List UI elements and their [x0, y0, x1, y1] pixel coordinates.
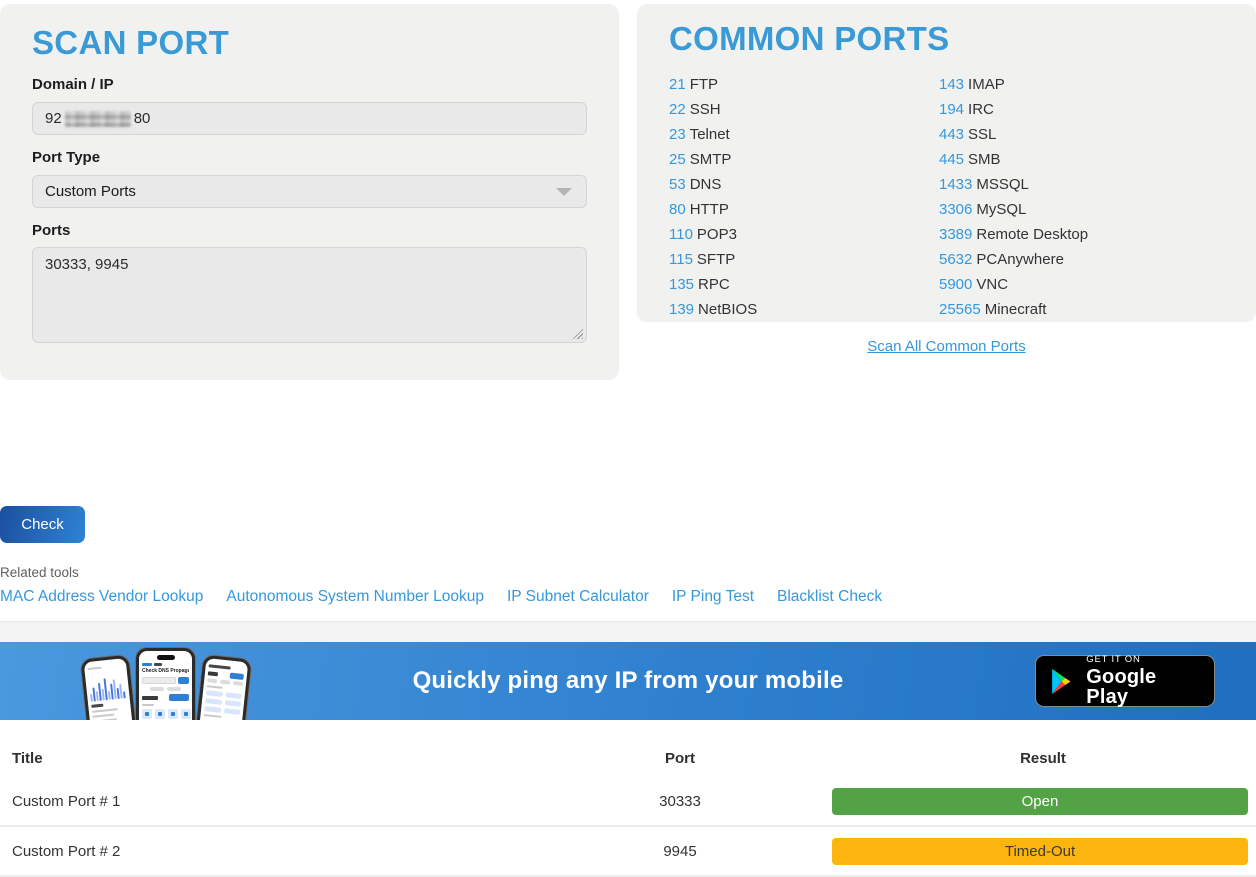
result-port: 30333: [530, 793, 830, 810]
phone-screen-title: Check DNS Propagation: [142, 668, 189, 674]
related-tools-links: MAC Address Vendor Lookup Autonomous Sys…: [0, 588, 1256, 606]
common-port-item[interactable]: 22SSH: [669, 97, 939, 122]
scan-results-table: Title Port Result Custom Port # 1 30333 …: [0, 734, 1256, 877]
common-port-item[interactable]: 443SSL: [939, 122, 1088, 147]
table-row: Custom Port # 1 30333 Open: [0, 777, 1256, 827]
related-tools-heading: Related tools: [0, 565, 1256, 580]
badge-get-it-on-text: GET IT ON: [1086, 655, 1201, 665]
common-port-item[interactable]: 110POP3: [669, 222, 939, 247]
scan-port-title: SCAN PORT: [32, 24, 587, 62]
domain-input[interactable]: 92 80: [32, 102, 587, 135]
related-link-ip-subnet-calculator[interactable]: IP Subnet Calculator: [507, 588, 649, 606]
ports-value: 30333, 9945: [45, 256, 128, 273]
common-port-item[interactable]: 115SFTP: [669, 247, 939, 272]
domain-value-suffix: 80: [134, 110, 151, 127]
common-port-item[interactable]: 139NetBIOS: [669, 297, 939, 322]
status-badge-open: Open: [832, 788, 1248, 815]
common-port-item[interactable]: 194IRC: [939, 97, 1088, 122]
common-port-item[interactable]: 25565Minecraft: [939, 297, 1088, 322]
port-type-select[interactable]: Custom Ports: [32, 175, 587, 208]
common-port-item[interactable]: 445SMB: [939, 147, 1088, 172]
common-port-item[interactable]: 143IMAP: [939, 72, 1088, 97]
phone-mockup-left: [80, 655, 137, 720]
status-badge-timed-out: Timed-Out: [832, 838, 1248, 865]
google-play-badge[interactable]: GET IT ON Google Play: [1035, 655, 1215, 707]
ports-textarea[interactable]: 30333, 9945: [32, 247, 587, 343]
related-link-asn-lookup[interactable]: Autonomous System Number Lookup: [226, 588, 484, 606]
phone-chart-decoration: [88, 670, 127, 702]
port-type-label: Port Type: [32, 149, 587, 166]
port-type-value: Custom Ports: [45, 183, 136, 200]
result-port: 9945: [530, 843, 830, 860]
common-port-item[interactable]: 3389Remote Desktop: [939, 222, 1088, 247]
scan-port-panel: SCAN PORT Domain / IP 92 80 Port Type Cus…: [0, 4, 619, 380]
phone-notch: [157, 655, 175, 660]
phone-mockup-right: [194, 655, 251, 720]
header-title: Title: [0, 750, 530, 767]
top-panels: SCAN PORT Domain / IP 92 80 Port Type Cus…: [0, 0, 1256, 380]
common-port-item[interactable]: 53DNS: [669, 172, 939, 197]
mobile-app-banner: Check DNS Propagation: [0, 642, 1256, 720]
resize-handle-icon[interactable]: [570, 326, 583, 339]
table-row: Custom Port # 2 9945 Timed-Out: [0, 827, 1256, 877]
common-ports-column: COMMON PORTS 21FTP 22SSH 23Telnet 25SMTP…: [637, 4, 1256, 380]
phone-mockups: Check DNS Propagation: [85, 644, 247, 720]
related-link-mac-address-vendor-lookup[interactable]: MAC Address Vendor Lookup: [0, 588, 203, 606]
phone-mockup-center: Check DNS Propagation: [136, 648, 195, 720]
google-play-icon: [1049, 667, 1075, 696]
results-header-row: Title Port Result: [0, 734, 1256, 777]
banner-headline: Quickly ping any IP from your mobile: [413, 667, 844, 695]
chevron-down-icon: [556, 188, 572, 196]
redacted-ip-block: [65, 111, 131, 127]
common-port-item[interactable]: 5900VNC: [939, 272, 1088, 297]
common-port-item[interactable]: 1433MSSQL: [939, 172, 1088, 197]
badge-google-play-text: Google Play: [1086, 667, 1201, 707]
related-link-ip-ping-test[interactable]: IP Ping Test: [672, 588, 754, 606]
result-title: Custom Port # 1: [0, 793, 530, 810]
common-ports-title: COMMON PORTS: [669, 20, 1224, 58]
common-port-item[interactable]: 25SMTP: [669, 147, 939, 172]
common-ports-panel: COMMON PORTS 21FTP 22SSH 23Telnet 25SMTP…: [637, 4, 1256, 322]
header-result: Result: [830, 750, 1256, 767]
common-port-item[interactable]: 3306MySQL: [939, 197, 1088, 222]
scan-all-common-ports-link[interactable]: Scan All Common Ports: [867, 338, 1025, 355]
domain-label: Domain / IP: [32, 76, 587, 93]
common-port-item[interactable]: 21FTP: [669, 72, 939, 97]
ports-label: Ports: [32, 222, 587, 239]
common-port-item[interactable]: 5632PCAnywhere: [939, 247, 1088, 272]
common-ports-list: 21FTP 22SSH 23Telnet 25SMTP 53DNS 80HTTP…: [669, 72, 1224, 322]
check-button[interactable]: Check: [0, 506, 85, 543]
header-port: Port: [530, 750, 830, 767]
section-divider-band: [0, 621, 1256, 642]
common-port-item[interactable]: 135RPC: [669, 272, 939, 297]
common-port-item[interactable]: 23Telnet: [669, 122, 939, 147]
domain-value-prefix: 92: [45, 110, 62, 127]
related-link-blacklist-check[interactable]: Blacklist Check: [777, 588, 882, 606]
common-port-item[interactable]: 80HTTP: [669, 197, 939, 222]
result-title: Custom Port # 2: [0, 843, 530, 860]
